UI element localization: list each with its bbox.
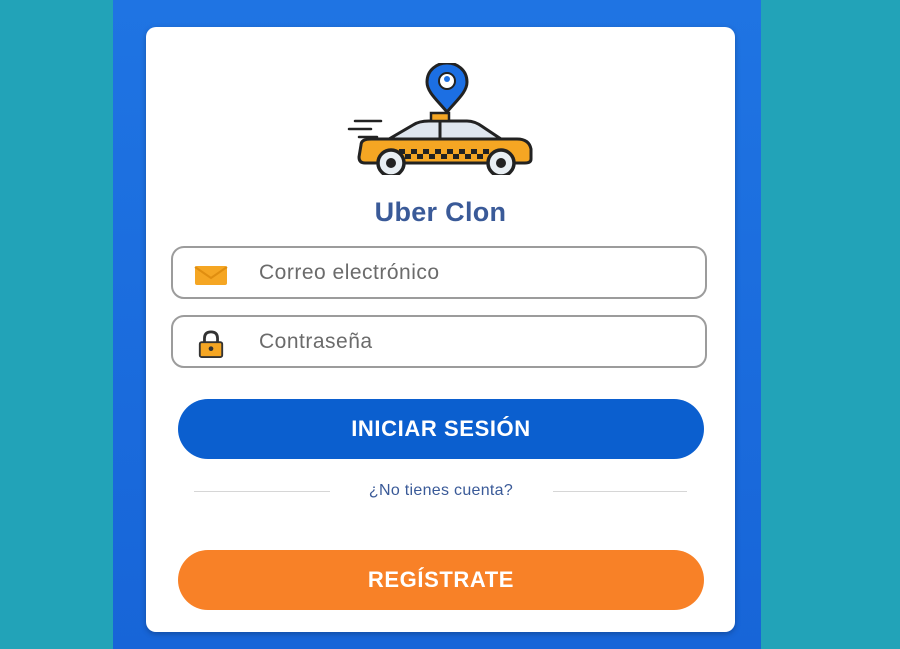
password-field[interactable] — [171, 315, 707, 368]
email-field[interactable] — [171, 246, 707, 299]
divider-right — [553, 491, 687, 492]
password-input[interactable] — [259, 317, 689, 366]
divider-left — [194, 491, 330, 492]
app-screen: Uber Clon INICIAR SESIÓN ¿No tienes cuen… — [113, 0, 761, 649]
login-button[interactable]: INICIAR SESIÓN — [178, 399, 704, 459]
login-card: Uber Clon INICIAR SESIÓN ¿No tienes cuen… — [146, 27, 735, 632]
envelope-icon — [194, 266, 228, 285]
padlock-icon — [198, 330, 224, 358]
app-title: Uber Clon — [374, 197, 507, 227]
email-input[interactable] — [259, 248, 689, 297]
no-account-link[interactable]: ¿No tienes cuenta? — [336, 482, 546, 500]
register-button[interactable]: REGÍSTRATE — [178, 550, 704, 610]
taxi-logo-icon — [347, 63, 533, 175]
